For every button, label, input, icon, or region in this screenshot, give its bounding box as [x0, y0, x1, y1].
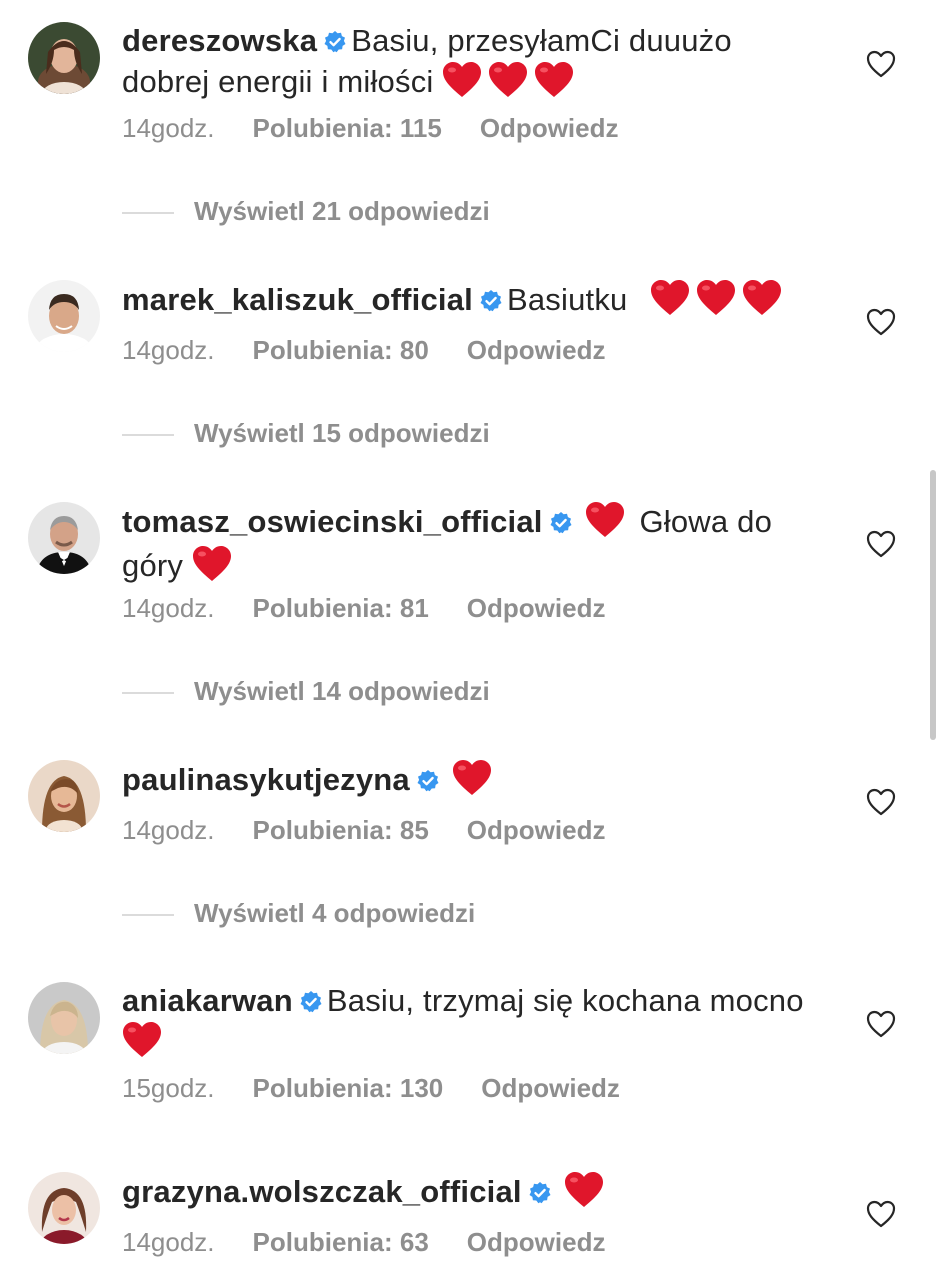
- red-heart-emoji-icon: [192, 546, 232, 590]
- avatar[interactable]: [28, 1172, 100, 1244]
- red-heart-emoji-icon: [585, 502, 625, 546]
- comment-meta: 14godz. Polubienia: 63 Odpowiedz: [122, 1227, 605, 1257]
- comment-meta: 14godz. Polubienia: 115 Odpowiedz: [122, 113, 619, 143]
- avatar[interactable]: [28, 280, 100, 352]
- likes-count[interactable]: Polubienia: 63: [253, 1227, 429, 1257]
- likes-count[interactable]: Polubienia: 115: [253, 113, 442, 143]
- comment-text: grazyna.wolszczak_official: [122, 1172, 822, 1216]
- red-heart-emoji-icon: [122, 1022, 162, 1066]
- red-heart-emoji-icon: [696, 280, 736, 324]
- comment-meta: 14godz. Polubienia: 81 Odpowiedz: [122, 593, 605, 623]
- like-heart-icon[interactable]: [866, 1010, 896, 1038]
- red-heart-emoji-icon: [534, 62, 574, 106]
- likes-count[interactable]: Polubienia: 81: [253, 593, 429, 623]
- reply-button[interactable]: Odpowiedz: [467, 815, 606, 845]
- view-replies-label[interactable]: Wyświetl 21 odpowiedzi: [194, 196, 490, 226]
- comment-time: 14godz.: [122, 113, 215, 143]
- emoji-group: [650, 280, 788, 324]
- like-heart-icon[interactable]: [866, 50, 896, 78]
- verified-badge-icon: [479, 284, 503, 321]
- comment-meta: 14godz. Polubienia: 85 Odpowiedz: [122, 815, 605, 845]
- comment-username[interactable]: grazyna.wolszczak_official: [122, 1174, 522, 1209]
- avatar[interactable]: [28, 502, 100, 574]
- emoji-group: [585, 502, 631, 546]
- comment-text: paulinasykutjezyna: [122, 760, 822, 804]
- emoji-group: [192, 546, 238, 590]
- reply-button[interactable]: Odpowiedz: [480, 113, 619, 143]
- likes-count[interactable]: Polubienia: 85: [253, 815, 429, 845]
- red-heart-emoji-icon: [742, 280, 782, 324]
- reply-button[interactable]: Odpowiedz: [467, 593, 606, 623]
- reply-button[interactable]: Odpowiedz: [467, 1227, 606, 1257]
- comment-time: 15godz.: [122, 1073, 215, 1103]
- view-replies-label[interactable]: Wyświetl 4 odpowiedzi: [194, 898, 475, 928]
- avatar[interactable]: [28, 982, 100, 1054]
- comment-username[interactable]: dereszowska: [122, 23, 317, 58]
- like-heart-icon[interactable]: [866, 1200, 896, 1228]
- comment-username[interactable]: paulinasykutjezyna: [122, 762, 410, 797]
- comment-username[interactable]: marek_kaliszuk_official: [122, 282, 473, 317]
- comment-meta: 14godz. Polubienia: 80 Odpowiedz: [122, 335, 605, 365]
- replies-divider: [122, 692, 174, 695]
- comment-time: 14godz.: [122, 815, 215, 845]
- emoji-group: [564, 1172, 610, 1216]
- likes-count[interactable]: Polubienia: 130: [253, 1073, 444, 1103]
- red-heart-emoji-icon: [488, 62, 528, 106]
- comment-time: 14godz.: [122, 1227, 215, 1257]
- replies-divider: [122, 434, 174, 437]
- comment-username[interactable]: aniakarwan: [122, 983, 293, 1018]
- verified-badge-icon: [528, 1176, 552, 1213]
- comment-body: Basiu, trzymaj się kochana mocno: [326, 983, 804, 1018]
- red-heart-emoji-icon: [452, 760, 492, 804]
- comment-meta: 15godz. Polubienia: 130 Odpowiedz: [122, 1073, 620, 1103]
- like-heart-icon[interactable]: [866, 788, 896, 816]
- scrollbar[interactable]: [930, 470, 936, 740]
- verified-badge-icon: [549, 506, 573, 543]
- comment-text: aniakarwan Basiu, trzymaj się kochana moc…: [122, 982, 822, 1066]
- view-replies-button[interactable]: Wyświetl 14 odpowiedzi: [122, 676, 490, 706]
- comment-text: dereszowska Basiu, przesyłamCi duuużo dob…: [122, 22, 822, 106]
- comment-body: Basiutku: [506, 282, 628, 317]
- comment-text: marek_kaliszuk_official Basiutku: [122, 280, 822, 324]
- view-replies-button[interactable]: Wyświetl 21 odpowiedzi: [122, 196, 490, 226]
- replies-divider: [122, 914, 174, 917]
- comment-text: tomasz_oswiecinski_official Głowa do gór…: [122, 502, 822, 590]
- verified-badge-icon: [416, 764, 440, 801]
- emoji-group: [442, 62, 580, 106]
- replies-divider: [122, 212, 174, 215]
- comment-time: 14godz.: [122, 335, 215, 365]
- like-heart-icon[interactable]: [866, 308, 896, 336]
- reply-button[interactable]: Odpowiedz: [481, 1073, 620, 1103]
- view-replies-button[interactable]: Wyświetl 15 odpowiedzi: [122, 418, 490, 448]
- avatar[interactable]: [28, 760, 100, 832]
- verified-badge-icon: [323, 25, 347, 62]
- avatar[interactable]: [28, 22, 100, 94]
- view-replies-button[interactable]: Wyświetl 4 odpowiedzi: [122, 898, 475, 928]
- emoji-group: [452, 760, 498, 804]
- reply-button[interactable]: Odpowiedz: [467, 335, 606, 365]
- comment-time: 14godz.: [122, 593, 215, 623]
- red-heart-emoji-icon: [564, 1172, 604, 1216]
- likes-count[interactable]: Polubienia: 80: [253, 335, 429, 365]
- like-heart-icon[interactable]: [866, 530, 896, 558]
- view-replies-label[interactable]: Wyświetl 14 odpowiedzi: [194, 676, 490, 706]
- view-replies-label[interactable]: Wyświetl 15 odpowiedzi: [194, 418, 490, 448]
- emoji-group: [122, 1022, 168, 1066]
- verified-badge-icon: [299, 985, 323, 1022]
- red-heart-emoji-icon: [442, 62, 482, 106]
- red-heart-emoji-icon: [650, 280, 690, 324]
- comment-username[interactable]: tomasz_oswiecinski_official: [122, 504, 543, 539]
